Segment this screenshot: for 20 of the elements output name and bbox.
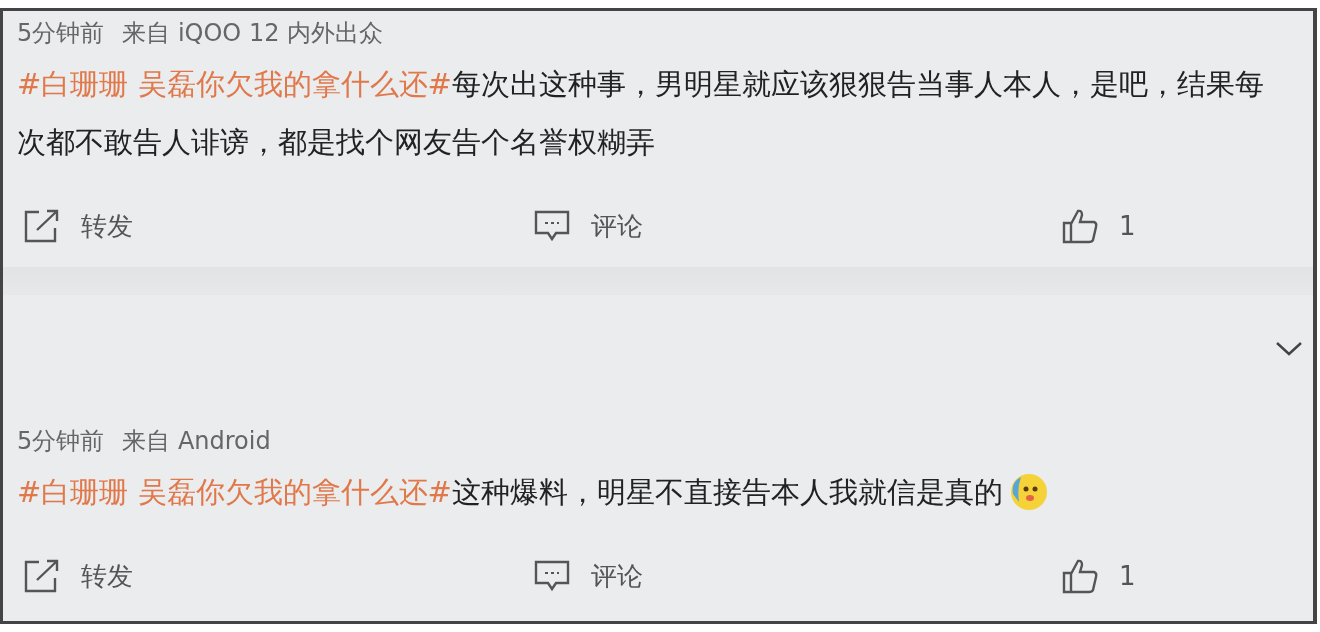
thumbs-up-icon <box>1061 557 1099 595</box>
post-source: 来自 iQOO 12 内外出众 <box>122 18 384 49</box>
post-text: #白珊珊 吴磊你欠我的拿什么还#每次出这种事，男明星就应该狠狠告当事人本人，是吧，结果每次都不敢告人诽谤，都是找个网友告个名誉权糊弄 <box>17 66 1265 161</box>
post-source: 来自 Android <box>122 426 271 457</box>
post-time: 5分钟前 <box>17 426 105 457</box>
emoji-icon <box>1008 472 1049 512</box>
repost-button[interactable]: 转发 <box>23 558 533 594</box>
like-button[interactable]: 1 <box>1061 557 1136 595</box>
share-icon <box>23 558 61 594</box>
post-time: 5分钟前 <box>17 18 105 49</box>
comment-button[interactable]: 评论 <box>533 208 1061 244</box>
comment-button[interactable]: 评论 <box>533 558 1061 594</box>
like-button[interactable]: 1 <box>1061 207 1136 245</box>
repost-button[interactable]: 转发 <box>23 208 533 244</box>
thumbs-up-icon <box>1061 207 1099 245</box>
share-icon <box>23 208 61 244</box>
comment-icon <box>533 209 571 243</box>
chevron-down-icon[interactable] <box>1275 341 1303 357</box>
post-text: #白珊珊 吴磊你欠我的拿什么还#这种爆料，明星不直接告本人我就信是真的 <box>17 474 1003 511</box>
comment-icon <box>533 559 571 593</box>
